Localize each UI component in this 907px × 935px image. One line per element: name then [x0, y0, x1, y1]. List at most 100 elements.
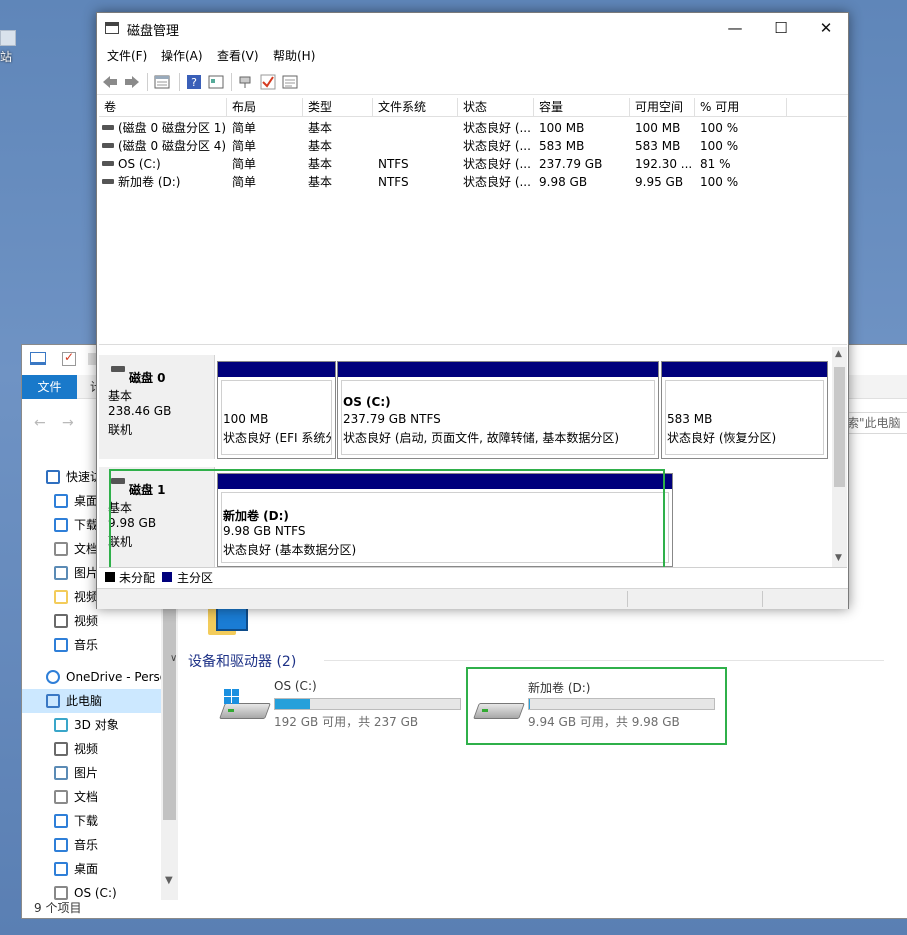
svg-text:?: ? [191, 76, 197, 89]
section-devices-and-drives[interactable]: 设备和驱动器 (2) [188, 651, 296, 671]
column-header-status[interactable]: 状态 [458, 98, 534, 117]
volume-row[interactable]: OS (C:) 简单 基本 NTFS 状态良好 (... 237.79 GB 192.30 … [99, 155, 847, 173]
nav-item[interactable]: 音乐 [22, 633, 162, 657]
volume-row[interactable]: (磁盘 0 磁盘分区 4) 简单 基本 状态良好 (... 583 MB 583 MB 10… [99, 137, 847, 155]
menu-action[interactable]: 操作(A) [161, 47, 203, 64]
toolbar-separator [147, 73, 148, 91]
cloud-icon [46, 670, 60, 684]
back-arrow-icon[interactable] [102, 74, 118, 90]
volume-cell [378, 119, 458, 137]
volume-cell: 简单 [232, 139, 257, 153]
partition-efi[interactable]: 100 MB 状态良好 (EFI 系统分区) [217, 361, 336, 459]
minimize-button[interactable]: — [712, 13, 758, 43]
menu-file[interactable]: 文件(F) [107, 47, 147, 64]
nav-item-label: 音乐 [74, 638, 99, 652]
hard-drive-icon [219, 689, 271, 719]
nav-item[interactable]: 桌面 [22, 857, 162, 881]
scroll-up-icon[interactable]: ▲ [835, 349, 842, 359]
desktop-icon [54, 494, 68, 508]
computer-icon[interactable] [30, 352, 46, 365]
connect-icon[interactable] [238, 74, 254, 90]
nav-item[interactable]: 视频 [22, 737, 162, 761]
nav-item[interactable]: OneDrive - Perso [22, 665, 167, 689]
windows-logo-icon [224, 689, 240, 705]
nav-item-label: 下载 [74, 814, 99, 828]
properties-icon[interactable] [62, 350, 76, 366]
properties-icon[interactable] [208, 74, 224, 90]
volume-cell: 100 % [700, 175, 739, 189]
nav-item[interactable]: 3D 对象 [22, 713, 162, 737]
volume-cell: 100 MB [539, 121, 585, 135]
nav-item-label: 桌面 [74, 862, 99, 876]
column-header-empty [787, 98, 847, 117]
volume-row[interactable]: (磁盘 0 磁盘分区 1) 简单 基本 状态良好 (... 100 MB 100 MB 10… [99, 119, 847, 137]
drive-name: 新加卷 (D:) [528, 681, 591, 695]
menu-view[interactable]: 查看(V) [217, 47, 259, 64]
column-header-volume[interactable]: 卷 [99, 98, 227, 117]
list-view-icon[interactable] [154, 74, 170, 90]
disk-icon [111, 366, 125, 372]
volume-row[interactable]: 新加卷 (D:) 简单 基本 NTFS 状态良好 (... 9.98 GB 9.95 GB 1… [99, 173, 847, 191]
forward-arrow-icon[interactable]: → [62, 415, 74, 431]
scroll-down-icon[interactable]: ▼ [165, 875, 173, 886]
nav-item[interactable]: 此电脑 [22, 689, 162, 713]
column-header-type[interactable]: 类型 [303, 98, 373, 117]
partition-title: OS (C:) [343, 395, 391, 409]
document-icon [54, 542, 68, 556]
volume-cell: 状态良好 (... [463, 175, 531, 189]
maximize-button[interactable]: ☐ [758, 13, 804, 43]
volume-cell: OS (C:) [118, 157, 161, 171]
volume-cell: 简单 [232, 175, 257, 189]
nav-item[interactable]: 下载 [22, 809, 162, 833]
nav-item-label: 音乐 [74, 838, 99, 852]
scroll-down-icon[interactable]: ▼ [835, 553, 842, 563]
nav-item[interactable]: 音乐 [22, 833, 162, 857]
tab-file[interactable]: 文件 [22, 375, 77, 399]
checkmark-icon[interactable] [260, 74, 276, 90]
scrollbar-thumb[interactable] [834, 367, 845, 487]
hard-drive-icon [473, 697, 525, 719]
recycle-bin-icon[interactable] [0, 30, 16, 46]
partition-status: 状态良好 (恢复分区) [667, 431, 777, 445]
desktop-icon-label: 站 [0, 50, 13, 64]
search-input[interactable]: 索"此电脑 [842, 412, 907, 434]
back-arrow-icon[interactable]: ← [34, 415, 46, 431]
column-header-free-space[interactable]: 可用空间 [630, 98, 695, 117]
forward-arrow-icon[interactable] [124, 74, 140, 90]
settings-list-icon[interactable] [282, 74, 298, 90]
volume-cell: 100 MB [635, 121, 681, 135]
column-header-capacity[interactable]: 容量 [534, 98, 630, 117]
nav-item-label: 文档 [74, 542, 99, 556]
nav-item[interactable]: 文档 [22, 785, 162, 809]
close-button[interactable]: ✕ [803, 13, 849, 43]
volume-cell [378, 137, 458, 155]
volume-cell: (磁盘 0 磁盘分区 4) [118, 139, 227, 153]
column-header-layout[interactable]: 布局 [227, 98, 303, 117]
drive-os-c[interactable]: OS (C:) 192 GB 可用，共 237 GB [219, 679, 477, 745]
drive-usage-bar [274, 698, 461, 710]
graph-scrollbar[interactable]: ▲ ▼ [832, 347, 847, 567]
highlight-box [109, 469, 665, 569]
drive-usage-bar [528, 698, 715, 710]
drive-new-volume-d[interactable]: 新加卷 (D:) 9.94 GB 可用，共 9.98 GB [473, 679, 731, 745]
volume-cell: 状态良好 (... [463, 121, 531, 135]
column-header-filesystem[interactable]: 文件系统 [373, 98, 458, 117]
partition-os-c[interactable]: OS (C:) 237.79 GB NTFS 状态良好 (启动, 页面文件, 故… [337, 361, 659, 459]
disk-0-label[interactable]: 磁盘 0 基本 238.46 GB 联机 [99, 355, 215, 459]
nav-item[interactable]: 视频 [22, 609, 162, 633]
3d-objects-icon [54, 718, 68, 732]
chevron-down-icon[interactable]: ∨ [170, 653, 177, 664]
nav-item[interactable]: 图片 [22, 761, 162, 785]
menu-help[interactable]: 帮助(H) [273, 47, 315, 64]
volume-cell: (磁盘 0 磁盘分区 1) [118, 121, 227, 135]
legend-label: 主分区 [177, 571, 214, 585]
nav-item[interactable]: OS (C:) [22, 881, 162, 900]
content-pane: 桌面 ∨ 设备和驱动器 (2) OS (C:) 192 GB 可用，共 237 … [170, 593, 907, 895]
status-bar [97, 588, 848, 609]
help-icon[interactable]: ? [186, 74, 202, 90]
volume-cell: 基本 [308, 157, 333, 171]
partition-recovery[interactable]: 583 MB 状态良好 (恢复分区) [661, 361, 828, 459]
nav-item-label: 文档 [74, 790, 99, 804]
column-header-percent-free[interactable]: % 可用 [695, 98, 787, 117]
volume-cell: 237.79 GB [539, 157, 603, 171]
